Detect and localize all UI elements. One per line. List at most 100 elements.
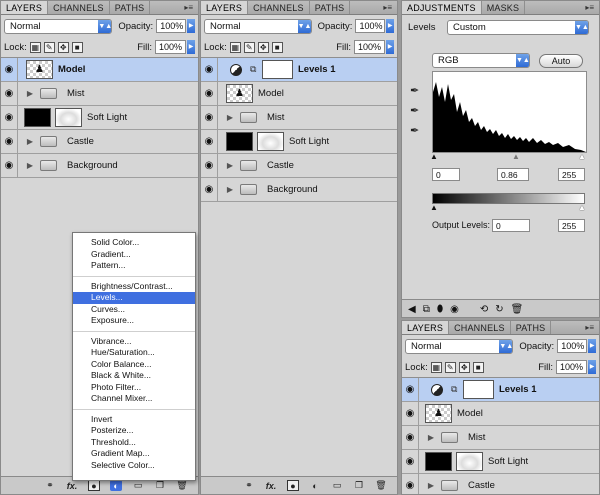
opacity-input[interactable]: 100%: [156, 19, 187, 33]
panel-menu-icon[interactable]: ▸≡: [184, 3, 193, 12]
expand-view-icon[interactable]: ⧉: [423, 304, 430, 315]
link-layers-icon[interactable]: ⚭: [44, 480, 56, 491]
eye-icon[interactable]: ◉: [402, 377, 419, 402]
blend-mode-select[interactable]: Normal ▼▲: [4, 18, 113, 34]
lock-transparent-icon[interactable]: ▦: [430, 361, 442, 373]
disclosure-triangle-icon[interactable]: ▶: [425, 481, 437, 490]
trash-icon[interactable]: 🗑: [176, 480, 188, 491]
lock-all-icon[interactable]: ■: [472, 361, 484, 373]
disclosure-triangle-icon[interactable]: ▶: [425, 433, 437, 442]
add-mask-icon[interactable]: ●: [88, 480, 100, 491]
lock-position-icon[interactable]: ✥: [458, 361, 470, 373]
disclosure-triangle-icon[interactable]: ▶: [24, 161, 36, 170]
black-eyedropper-icon[interactable]: ✒: [410, 84, 419, 97]
layer-row[interactable]: ◉ ▶ Mist: [201, 105, 397, 130]
output-white-slider-icon[interactable]: ▲: [578, 203, 586, 212]
menu-item-gradient[interactable]: Gradient...: [73, 249, 195, 261]
layer-row[interactable]: ◉ ▶ Castle: [402, 473, 599, 494]
menu-item-exposure[interactable]: Exposure...: [73, 315, 195, 327]
menu-item-channel-mixer[interactable]: Channel Mixer...: [73, 393, 195, 405]
gray-eyedropper-icon[interactable]: ✒: [410, 104, 419, 117]
panel-menu-icon[interactable]: ▸≡: [585, 323, 594, 332]
opacity-input[interactable]: 100%: [355, 19, 386, 33]
input-black-field[interactable]: 0: [432, 168, 460, 181]
view-previous-icon[interactable]: ⟲: [480, 304, 488, 315]
eye-icon[interactable]: ◉: [1, 81, 18, 106]
menu-item-black-white[interactable]: Black & White...: [73, 370, 195, 382]
tab-layers[interactable]: LAYERS: [201, 1, 249, 14]
menu-item-posterize[interactable]: Posterize...: [73, 425, 195, 437]
lock-image-icon[interactable]: ✎: [243, 41, 255, 53]
tab-paths[interactable]: PATHS: [110, 1, 151, 14]
output-white-field[interactable]: 255: [558, 219, 585, 232]
tab-layers[interactable]: LAYERS: [1, 1, 49, 14]
blend-mode-select[interactable]: Normal ▼▲: [405, 338, 514, 354]
menu-item-selective-color[interactable]: Selective Color...: [73, 460, 195, 472]
menu-item-invert[interactable]: Invert: [73, 414, 195, 426]
layer-row[interactable]: ◉ ▶ Background: [1, 153, 198, 178]
layer-row[interactable]: ◉ ▶ Castle: [1, 129, 198, 154]
channel-select[interactable]: RGB ▼▲: [432, 53, 530, 68]
eye-icon[interactable]: ◉: [201, 177, 218, 202]
layer-row[interactable]: ◉ ▶ Background: [201, 177, 397, 202]
fill-input[interactable]: 100%: [556, 360, 587, 374]
eye-icon[interactable]: ◉: [1, 105, 18, 130]
white-eyedropper-icon[interactable]: ✒: [410, 124, 419, 137]
eye-icon[interactable]: ◉: [402, 473, 419, 494]
tab-channels[interactable]: CHANNELS: [449, 321, 511, 334]
blend-mode-select[interactable]: Normal ▼▲: [204, 18, 312, 34]
eye-icon[interactable]: ◉: [201, 57, 218, 82]
menu-item-photo-filter[interactable]: Photo Filter...: [73, 382, 195, 394]
opacity-input[interactable]: 100%: [557, 339, 588, 353]
lock-position-icon[interactable]: ✥: [57, 41, 69, 53]
input-white-slider-icon[interactable]: ▲: [578, 152, 586, 161]
layer-row[interactable]: ◉ ⧉ Levels 1: [402, 377, 599, 402]
new-adjustment-layer-icon[interactable]: ◐: [110, 480, 122, 491]
opacity-stepper-icon[interactable]: ▶: [187, 19, 195, 33]
new-adjustment-layer-icon[interactable]: ◐: [309, 480, 321, 491]
eye-icon[interactable]: ◉: [402, 425, 419, 450]
input-gamma-field[interactable]: 0.86: [497, 168, 529, 181]
disclosure-triangle-icon[interactable]: ▶: [24, 89, 36, 98]
fill-stepper-icon[interactable]: ▶: [187, 40, 195, 54]
link-layers-icon[interactable]: ⚭: [243, 480, 255, 491]
eye-icon[interactable]: ◉: [201, 153, 218, 178]
layer-row[interactable]: ◉ ▶ Mist: [1, 81, 198, 106]
layer-row[interactable]: ◉ ♟ Model: [402, 401, 599, 426]
back-arrow-icon[interactable]: ◀: [408, 304, 416, 315]
reset-icon[interactable]: ↻: [495, 304, 503, 315]
tab-masks[interactable]: MASKS: [482, 1, 526, 14]
trash-icon[interactable]: 🗑: [511, 304, 524, 315]
menu-item-pattern[interactable]: Pattern...: [73, 260, 195, 272]
opacity-stepper-icon[interactable]: ▶: [588, 339, 596, 353]
new-group-icon[interactable]: ▭: [132, 480, 144, 491]
menu-item-threshold[interactable]: Threshold...: [73, 437, 195, 449]
lock-all-icon[interactable]: ■: [271, 41, 283, 53]
opacity-stepper-icon[interactable]: ▶: [386, 19, 394, 33]
eye-icon[interactable]: ◉: [402, 401, 419, 426]
lock-transparent-icon[interactable]: ▦: [229, 41, 241, 53]
add-mask-icon[interactable]: ●: [287, 480, 299, 491]
layer-row[interactable]: ◉ ♟ Model: [1, 57, 198, 82]
layer-row[interactable]: ◉ ▶ Castle: [201, 153, 397, 178]
layer-row[interactable]: ◉ Soft Light: [1, 105, 198, 130]
panel-menu-icon[interactable]: ▸≡: [383, 3, 392, 12]
clip-to-layer-icon[interactable]: ⬮: [437, 304, 443, 315]
tab-adjustments[interactable]: ADJUSTMENTS: [402, 1, 482, 14]
fill-input[interactable]: 100%: [354, 40, 385, 54]
fill-stepper-icon[interactable]: ▶: [588, 360, 596, 374]
auto-button[interactable]: Auto: [539, 54, 583, 68]
eye-icon[interactable]: ◉: [1, 57, 18, 82]
menu-item-gradient-map[interactable]: Gradient Map...: [73, 448, 195, 460]
trash-icon[interactable]: 🗑: [375, 480, 387, 491]
disclosure-triangle-icon[interactable]: ▶: [224, 113, 236, 122]
fx-icon[interactable]: fx.: [265, 480, 277, 491]
tab-channels[interactable]: CHANNELS: [248, 1, 310, 14]
eye-icon[interactable]: ◉: [201, 105, 218, 130]
new-layer-icon[interactable]: ❐: [154, 480, 166, 491]
tab-paths[interactable]: PATHS: [511, 321, 552, 334]
layer-row[interactable]: ◉ ▶ Mist: [402, 425, 599, 450]
layer-row[interactable]: ◉ ♟ Model: [201, 81, 397, 106]
output-black-slider-icon[interactable]: ▲: [430, 203, 438, 212]
layer-row[interactable]: ◉ Soft Light: [201, 129, 397, 154]
